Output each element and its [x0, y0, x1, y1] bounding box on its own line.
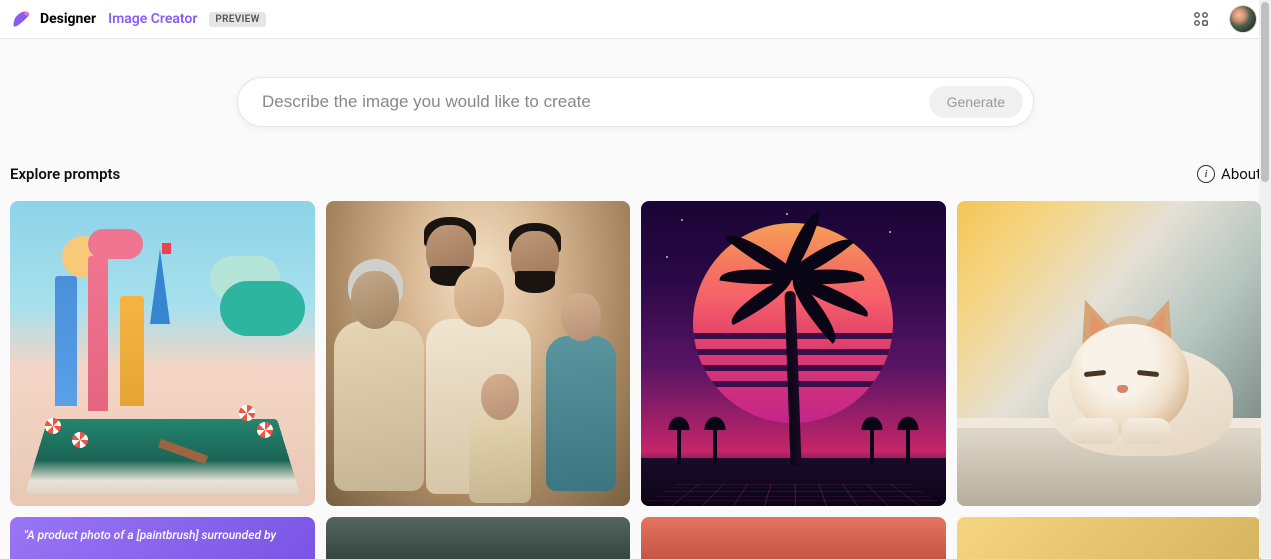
header-left: Designer Image Creator PREVIEW: [10, 8, 266, 30]
app-header: Designer Image Creator PREVIEW: [0, 0, 1271, 39]
preview-badge: PREVIEW: [209, 12, 265, 27]
prompt-card-sleeping-cat[interactable]: [957, 201, 1262, 506]
prompt-bar-container: Generate: [10, 39, 1261, 165]
prompt-grid-row2: "A product photo of a [paintbrush] surro…: [10, 517, 1261, 559]
product-name[interactable]: Image Creator: [108, 11, 197, 27]
prompt-card-peek-3[interactable]: [641, 517, 946, 559]
prompt-card-retrowave-palm[interactable]: [641, 201, 946, 506]
scrollbar-thumb[interactable]: [1261, 2, 1269, 182]
prompt-bar: Generate: [237, 77, 1034, 127]
user-avatar[interactable]: [1229, 5, 1257, 33]
section-title: Explore prompts: [10, 165, 120, 183]
prompt-card-papercraft-city[interactable]: [10, 201, 315, 506]
generate-button[interactable]: Generate: [929, 86, 1023, 118]
prompt-input[interactable]: [262, 92, 929, 112]
prompt-card-family-portrait[interactable]: [326, 201, 631, 506]
prompt-text-preview: "A product photo of a [paintbrush] surro…: [24, 528, 276, 542]
thumbnail-image: [326, 201, 631, 506]
prompt-card-product-photo[interactable]: "A product photo of a [paintbrush] surro…: [10, 517, 315, 559]
apps-icon[interactable]: [1191, 9, 1211, 29]
header-right: [1191, 5, 1257, 33]
main-content: Generate Explore prompts i About: [0, 39, 1271, 559]
about-label: About: [1221, 165, 1261, 183]
thumbnail-image: [641, 201, 946, 506]
designer-logo-icon: [10, 8, 32, 30]
prompt-card-peek-2[interactable]: [326, 517, 631, 559]
about-link[interactable]: i About: [1197, 165, 1261, 183]
prompt-grid: [10, 201, 1261, 506]
thumbnail-image: [10, 201, 315, 506]
section-header: Explore prompts i About: [10, 165, 1261, 201]
brand-name: Designer: [40, 11, 96, 27]
thumbnail-image: [957, 201, 1262, 506]
info-icon: i: [1197, 165, 1215, 183]
prompt-card-peek-4[interactable]: [957, 517, 1262, 559]
